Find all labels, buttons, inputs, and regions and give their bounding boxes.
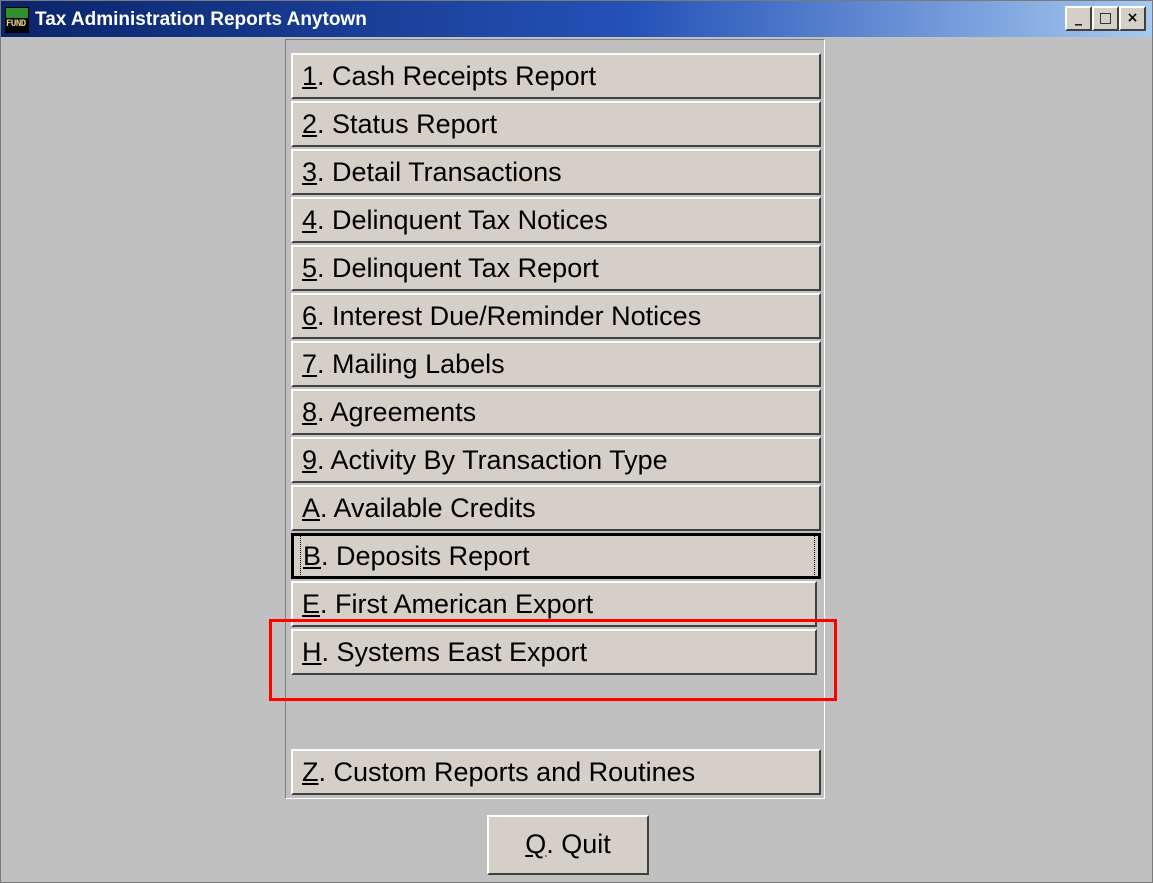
- available-credits-button[interactable]: A. Available Credits: [291, 485, 821, 531]
- close-button[interactable]: ×: [1119, 6, 1146, 31]
- custom-reports-and-routines-button[interactable]: Z. Custom Reports and Routines: [291, 749, 821, 795]
- mailing-labels-button[interactable]: 7. Mailing Labels: [291, 341, 821, 387]
- minimize-button[interactable]: _: [1065, 6, 1092, 31]
- quit-button[interactable]: Q. Quit: [487, 815, 649, 875]
- first-american-export-button[interactable]: E. First American Export: [291, 581, 817, 627]
- systems-east-export-label: H. Systems East Export: [302, 637, 588, 667]
- detail-transactions-label: 3. Detail Transactions: [302, 157, 562, 187]
- app-icon: FUND: [5, 7, 29, 33]
- available-credits-label: A. Available Credits: [302, 493, 536, 523]
- delinquent-tax-report-button[interactable]: 5. Delinquent Tax Report: [291, 245, 821, 291]
- deposits-report-label: B. Deposits Report: [300, 533, 815, 579]
- activity-by-transaction-type-label: 9. Activity By Transaction Type: [302, 445, 668, 475]
- first-american-export-label: E. First American Export: [302, 589, 594, 619]
- menu-panel: 1. Cash Receipts Report 2. Status Report…: [285, 39, 825, 799]
- maximize-button[interactable]: □: [1092, 6, 1119, 31]
- delinquent-tax-report-label: 5. Delinquent Tax Report: [302, 253, 599, 283]
- cash-receipts-report-label: 1. Cash Receipts Report: [302, 61, 597, 91]
- status-report-button[interactable]: 2. Status Report: [291, 101, 821, 147]
- interest-due-reminder-notices-label: 6. Interest Due/Reminder Notices: [302, 301, 702, 331]
- mailing-labels-label: 7. Mailing Labels: [302, 349, 505, 379]
- activity-by-transaction-type-button[interactable]: 9. Activity By Transaction Type: [291, 437, 821, 483]
- interest-due-reminder-notices-button[interactable]: 6. Interest Due/Reminder Notices: [291, 293, 821, 339]
- title-bar[interactable]: FUND Tax Administration Reports Anytown …: [1, 1, 1152, 37]
- systems-east-export-button[interactable]: H. Systems East Export: [291, 629, 817, 675]
- window-title: Tax Administration Reports Anytown: [35, 9, 367, 30]
- custom-reports-and-routines-label: Z. Custom Reports and Routines: [302, 757, 696, 787]
- deposits-report-button[interactable]: B. Deposits Report: [291, 533, 821, 579]
- agreements-label: 8. Agreements: [302, 397, 477, 427]
- app-window: FUND Tax Administration Reports Anytown …: [0, 0, 1153, 883]
- status-report-label: 2. Status Report: [302, 109, 498, 139]
- delinquent-tax-notices-button[interactable]: 4. Delinquent Tax Notices: [291, 197, 821, 243]
- agreements-button[interactable]: 8. Agreements: [291, 389, 821, 435]
- delinquent-tax-notices-label: 4. Delinquent Tax Notices: [302, 205, 608, 235]
- cash-receipts-report-button[interactable]: 1. Cash Receipts Report: [291, 53, 821, 99]
- app-icon-label: FUND: [6, 19, 26, 29]
- detail-transactions-button[interactable]: 3. Detail Transactions: [291, 149, 821, 195]
